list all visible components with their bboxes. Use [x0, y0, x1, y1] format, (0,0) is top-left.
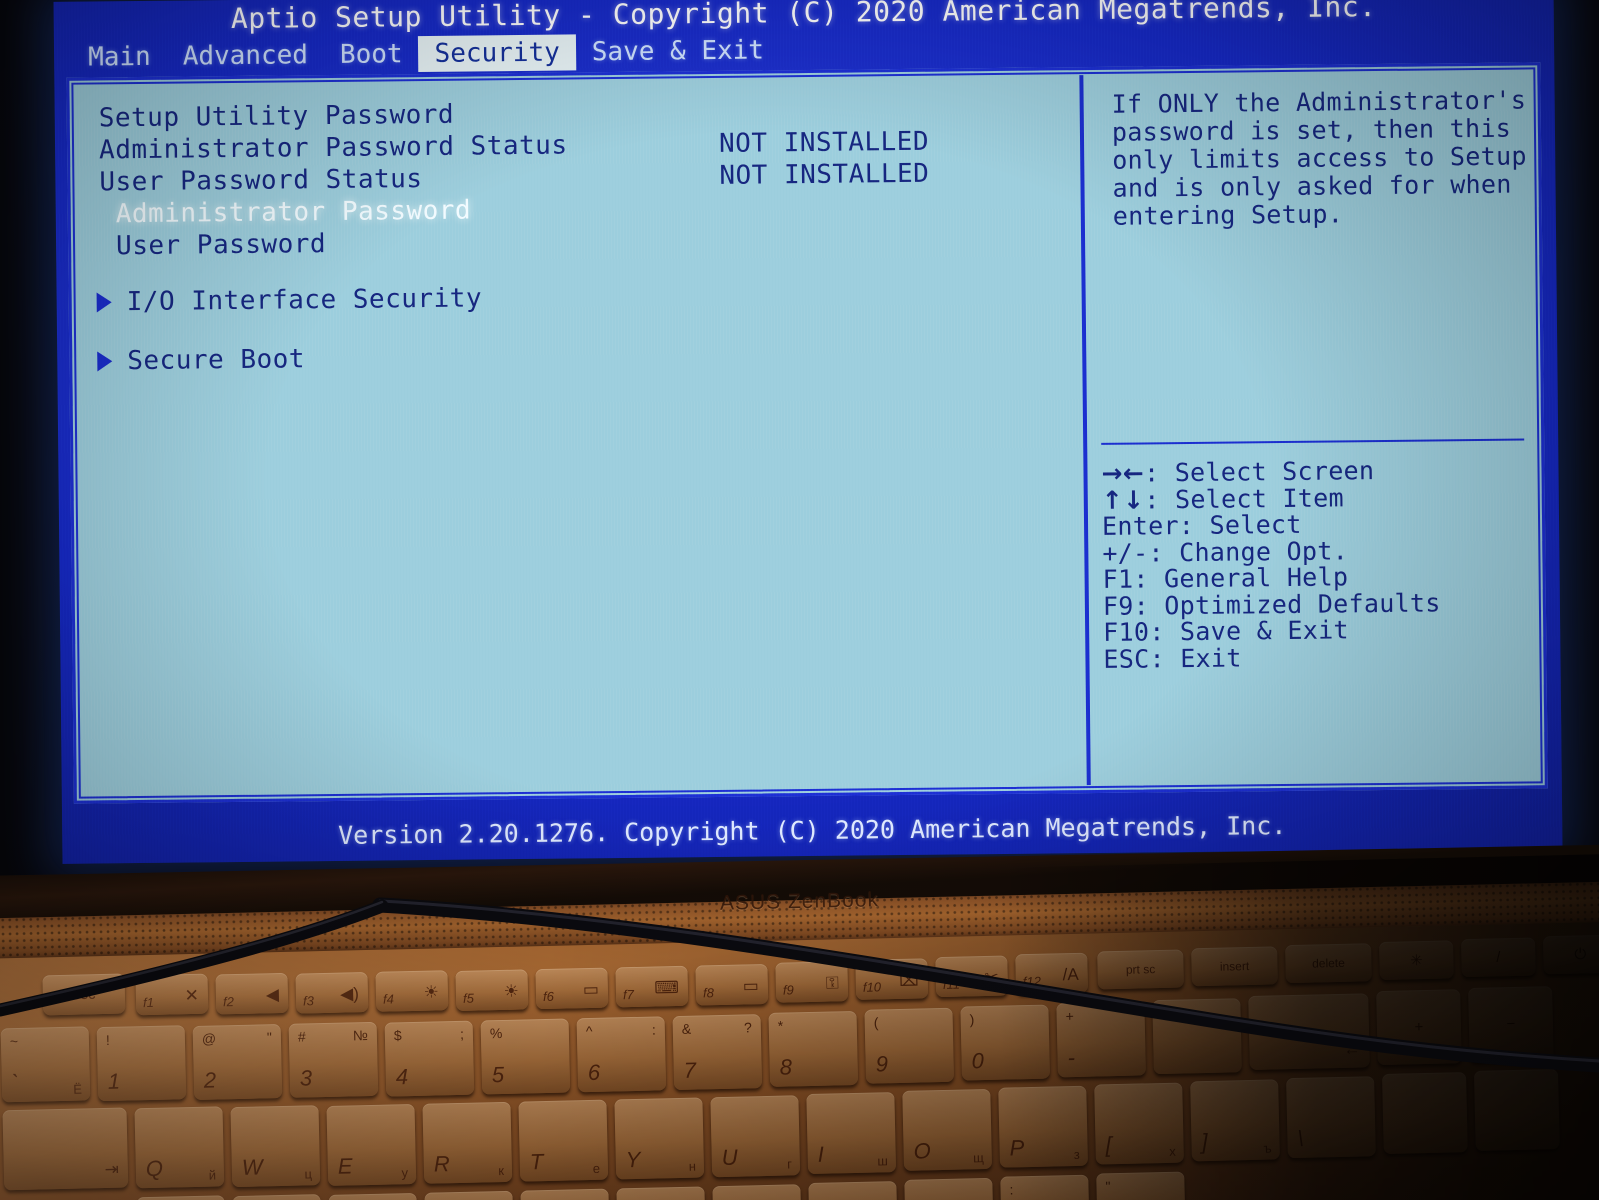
tab-boot[interactable]: Boot [324, 36, 419, 73]
help-divider [1101, 438, 1525, 445]
legend-action: Select [1209, 509, 1302, 540]
legend-action: Exit [1180, 642, 1242, 673]
menu-heading: Setup Utility Password [98, 99, 455, 134]
tab-security[interactable]: Security [418, 34, 576, 73]
submenu-label: Secure Boot [127, 344, 306, 377]
submenu-label: I/O Interface Security [126, 283, 483, 318]
help-line: and is only asked for when [1112, 169, 1512, 203]
row-user-password-status: User Password Status NOT INSTALLED [99, 159, 929, 198]
row-value: NOT INSTALLED [719, 158, 930, 191]
tab-main[interactable]: Main [54, 39, 167, 76]
row-admin-password-status: Administrator Password Status NOT INSTAL… [98, 127, 929, 167]
row-value: NOT INSTALLED [718, 126, 930, 159]
legend-key: F1 [1102, 564, 1134, 594]
help-line: entering Setup. [1112, 199, 1344, 231]
row-label: User Password Status [99, 164, 423, 198]
legend-key: Enter [1101, 511, 1179, 541]
deck-lighting [0, 920, 1599, 1200]
bios-help-pane: If ONLY the Administrator's password is … [1083, 70, 1539, 785]
legend-action: Select Item [1174, 482, 1345, 514]
legend-key: +/- [1102, 537, 1149, 568]
key-legend: →←: Select Screen ↑↓: Select Item Enter:… [1101, 456, 1532, 674]
menu-item-administrator-password[interactable]: Administrator Password [116, 196, 472, 231]
legend-key: F9 [1102, 591, 1134, 621]
bios-content-frame: Setup Utility Password Administrator Pas… [66, 62, 1548, 804]
tab-save-exit[interactable]: Save & Exit [576, 32, 781, 70]
legend-key: ESC [1103, 643, 1150, 674]
bios-screen: Aptio Setup Utility - Copyright (C) 2020… [53, 0, 1563, 864]
tab-advanced[interactable]: Advanced [167, 37, 325, 75]
legend-esc: ESC: Exit [1103, 642, 1242, 674]
submenu-secure-boot[interactable]: Secure Boot [74, 75, 1079, 376]
help-text: If ONLY the Administrator's password is … [1112, 85, 1527, 231]
menu-item-user-password[interactable]: User Password [116, 229, 326, 262]
photo-scene: Aptio Setup Utility - Copyright (C) 2020… [0, 0, 1599, 1200]
right-triangle-icon [96, 292, 112, 313]
arrow-ud-icon: ↑↓ [1101, 484, 1145, 515]
bios-menu-pane: Setup Utility Password Administrator Pas… [74, 75, 1086, 795]
arrow-lr-icon: →← [1101, 458, 1145, 488]
right-triangle-icon [97, 351, 113, 372]
legend-action: Select Screen [1174, 456, 1375, 488]
legend-action: Save & Exit [1179, 615, 1349, 647]
submenu-io-interface-security[interactable]: I/O Interface Security [74, 75, 1079, 317]
legend-key: F10 [1103, 617, 1150, 647]
row-label: Administrator Password Status [98, 130, 568, 166]
